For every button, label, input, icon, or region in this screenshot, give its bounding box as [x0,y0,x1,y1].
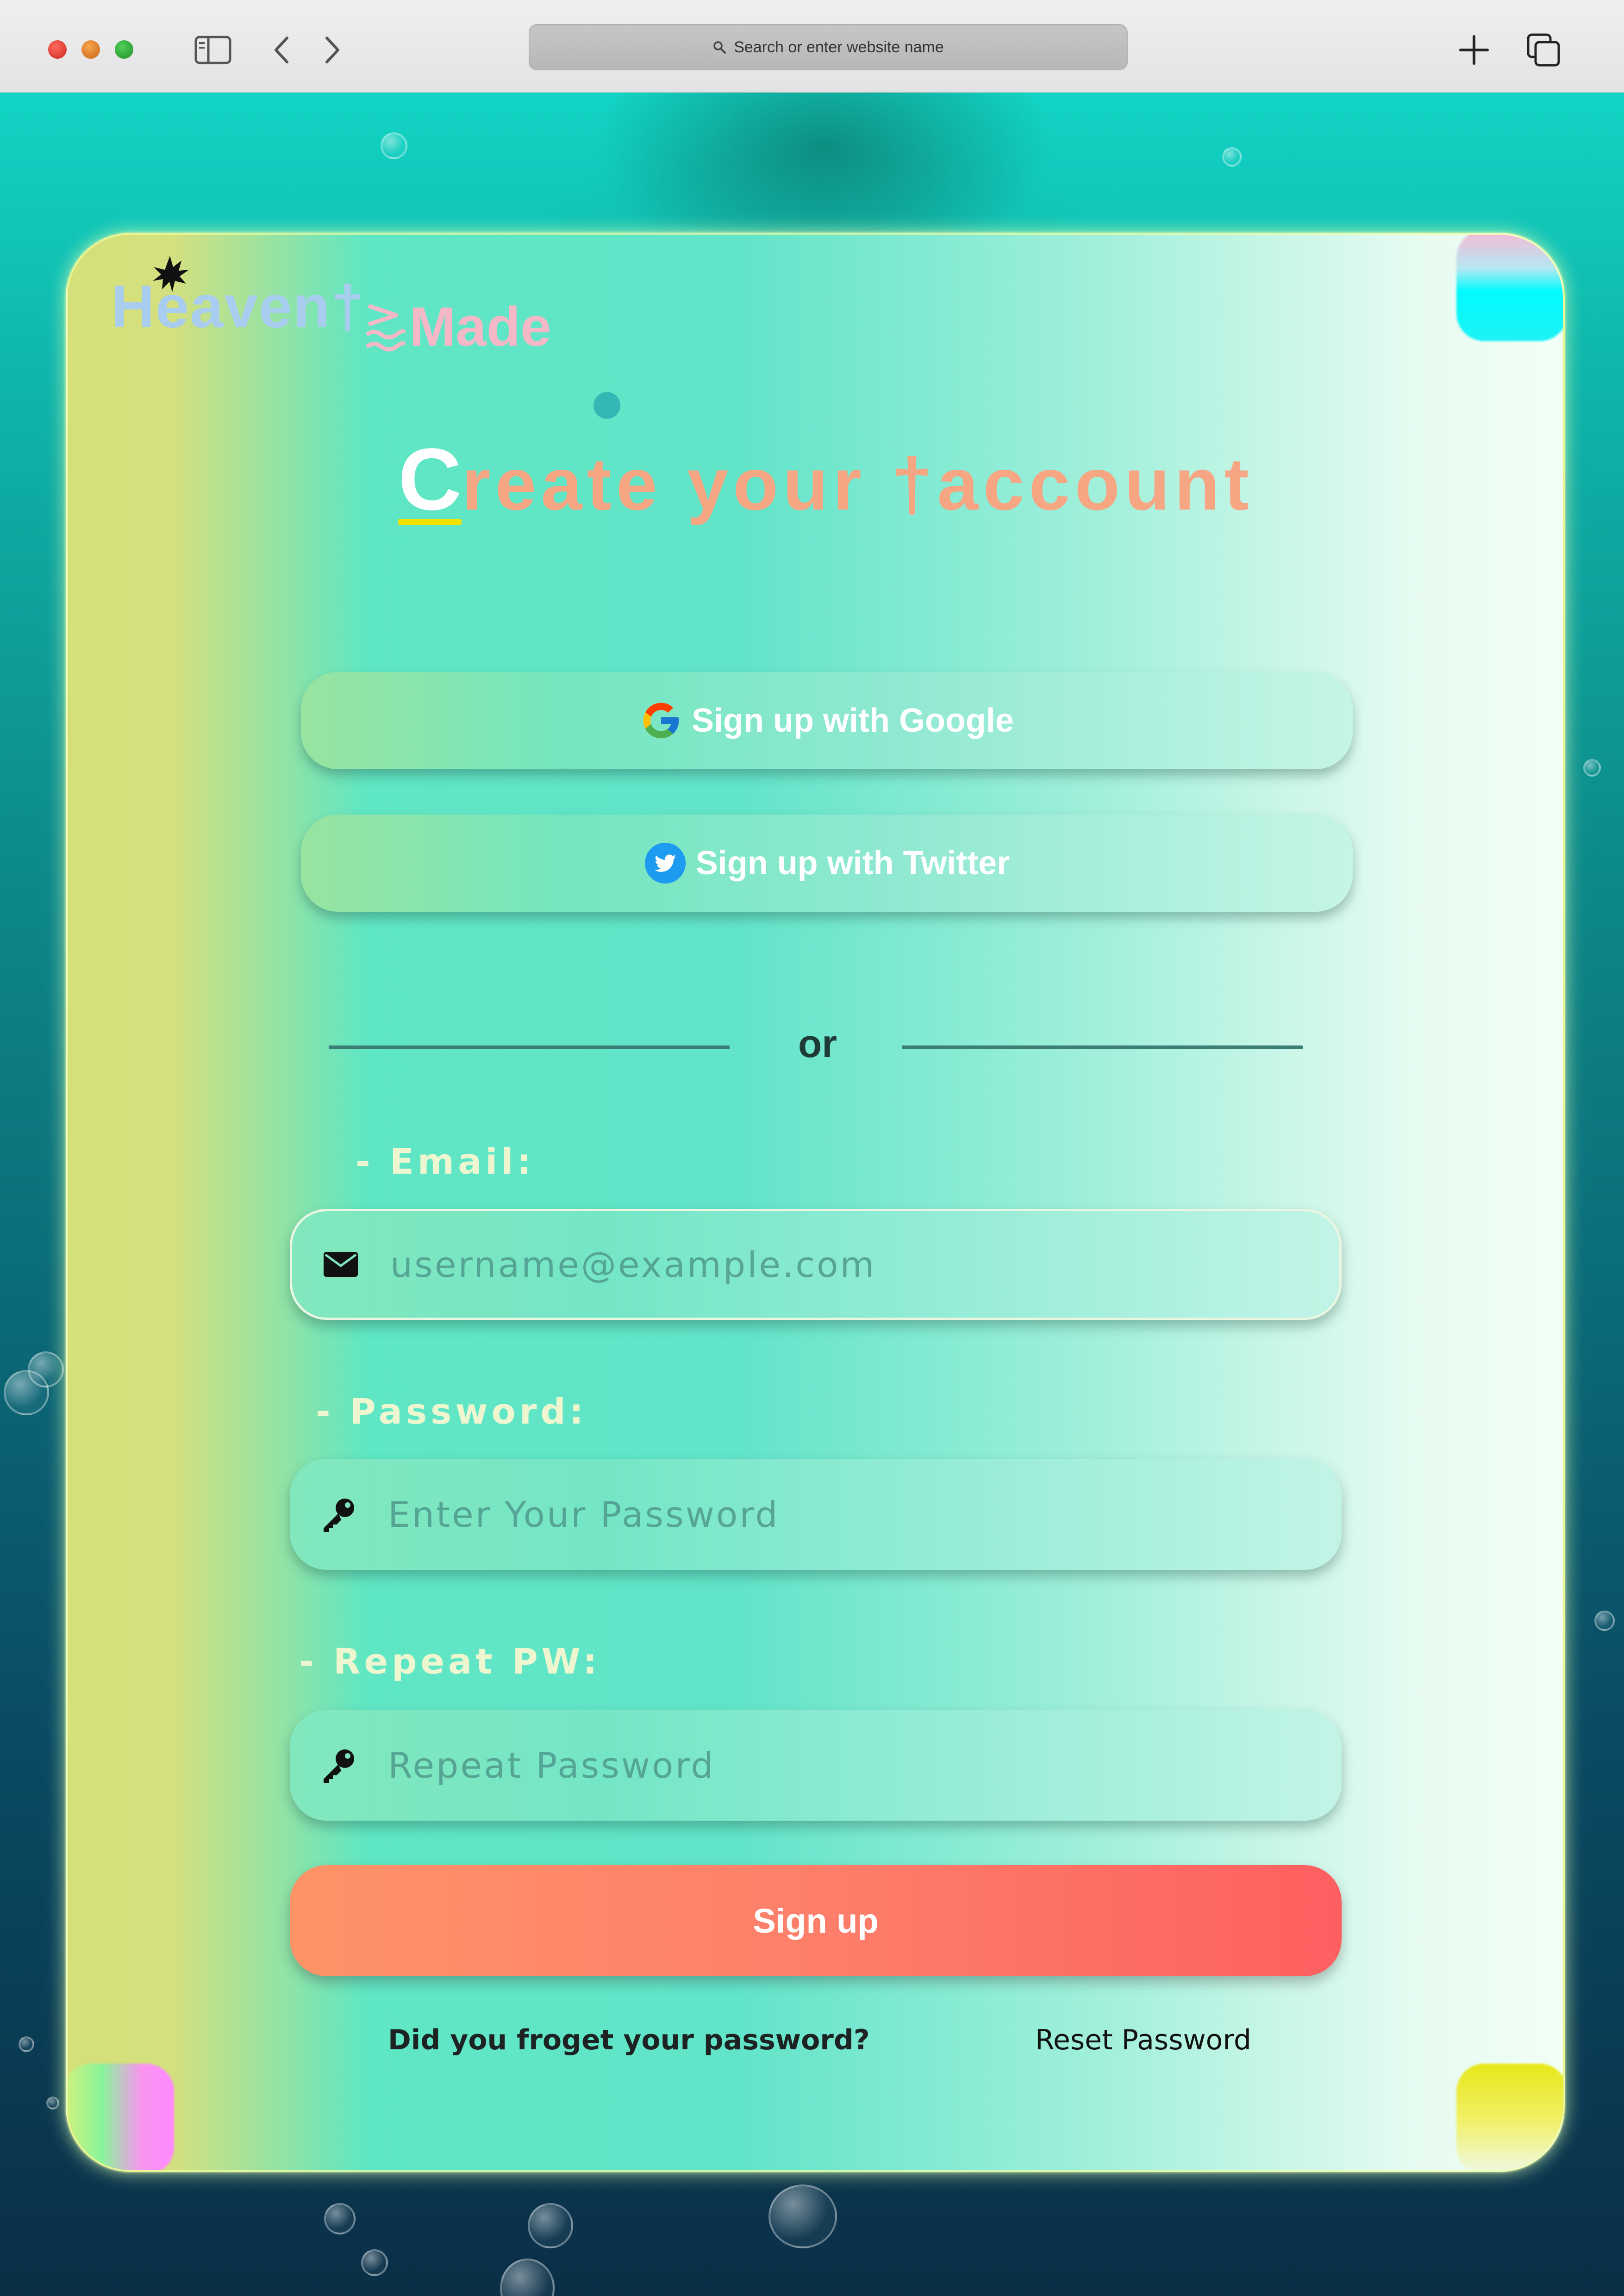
repeat-password-input[interactable] [387,1744,1268,1786]
sidebar-toggle-button[interactable] [191,28,235,72]
new-tab-button[interactable] [1452,28,1496,72]
page-title-rest: reate your †account [462,442,1254,525]
reset-password-link[interactable]: Reset Password [1035,2024,1251,2056]
bubble [1222,147,1242,167]
corner-decoration [68,2064,174,2170]
repeat-password-field[interactable] [290,1710,1342,1821]
bubble [1583,759,1601,777]
password-field[interactable] [290,1459,1342,1570]
plus-icon [1459,35,1489,65]
twitter-signup-button[interactable]: Sign up with Twitter [301,815,1353,912]
waves-icon [365,304,406,352]
chevron-left-icon [275,37,288,63]
browser-toolbar: Search or enter website name [0,0,1624,93]
signup-card: Heaven† Made Create your †account Sign u… [66,233,1565,2172]
chevron-right-icon [325,37,339,63]
bubble [361,2249,388,2276]
bubble [768,2184,837,2248]
email-label: - Email: [356,1141,535,1182]
repeat-password-label: - Repeat PW: [299,1641,601,1682]
sidebar-icon [194,36,231,64]
password-input[interactable] [387,1493,1268,1536]
address-bar[interactable]: Search or enter website name [529,24,1128,70]
password-label: - Password: [316,1391,587,1432]
key-icon [318,1496,359,1533]
divider-or-text: or [798,1022,837,1065]
google-signup-button[interactable]: Sign up with Google [301,672,1353,769]
tabs-icon [1527,33,1560,67]
signup-button[interactable]: Sign up [290,1865,1342,1976]
bubble [324,2203,356,2234]
address-bar-placeholder: Search or enter website name [734,38,944,56]
page-title: Create your †account [398,429,1254,530]
page-title-first-letter: C [398,429,462,530]
bubble [381,132,407,159]
leaf-icon [153,256,189,292]
email-input[interactable] [389,1243,1271,1286]
bubble [46,2097,59,2109]
bubble [528,2203,573,2248]
email-field[interactable] [290,1209,1342,1320]
twitter-icon [644,842,686,884]
envelope-icon [320,1251,362,1278]
google-signup-label: Sign up with Google [692,702,1014,739]
corner-decoration [1456,2064,1563,2170]
twitter-signup-label: Sign up with Twitter [695,845,1010,882]
maximize-window-button[interactable] [115,40,133,59]
close-window-button[interactable] [48,40,67,59]
divider-line [329,1045,730,1049]
back-button[interactable] [259,28,304,72]
divider-line [902,1045,1303,1049]
corner-decoration [1456,235,1563,341]
forward-button[interactable] [310,28,355,72]
bubble [19,2036,34,2052]
key-icon [318,1747,359,1784]
bubble [500,2259,555,2296]
minimize-window-button[interactable] [81,40,100,59]
logo-made-text: Made [409,296,551,358]
google-icon [643,703,679,739]
signup-button-label: Sign up [753,1901,879,1940]
search-icon [713,41,726,54]
bubble [28,1351,64,1388]
decorative-dot [593,392,620,419]
logo-made: Made [364,295,551,359]
forgot-password-text: Did you froget your password? [388,2024,870,2056]
tab-overview-button[interactable] [1521,28,1566,72]
bubble [1594,1611,1615,1631]
